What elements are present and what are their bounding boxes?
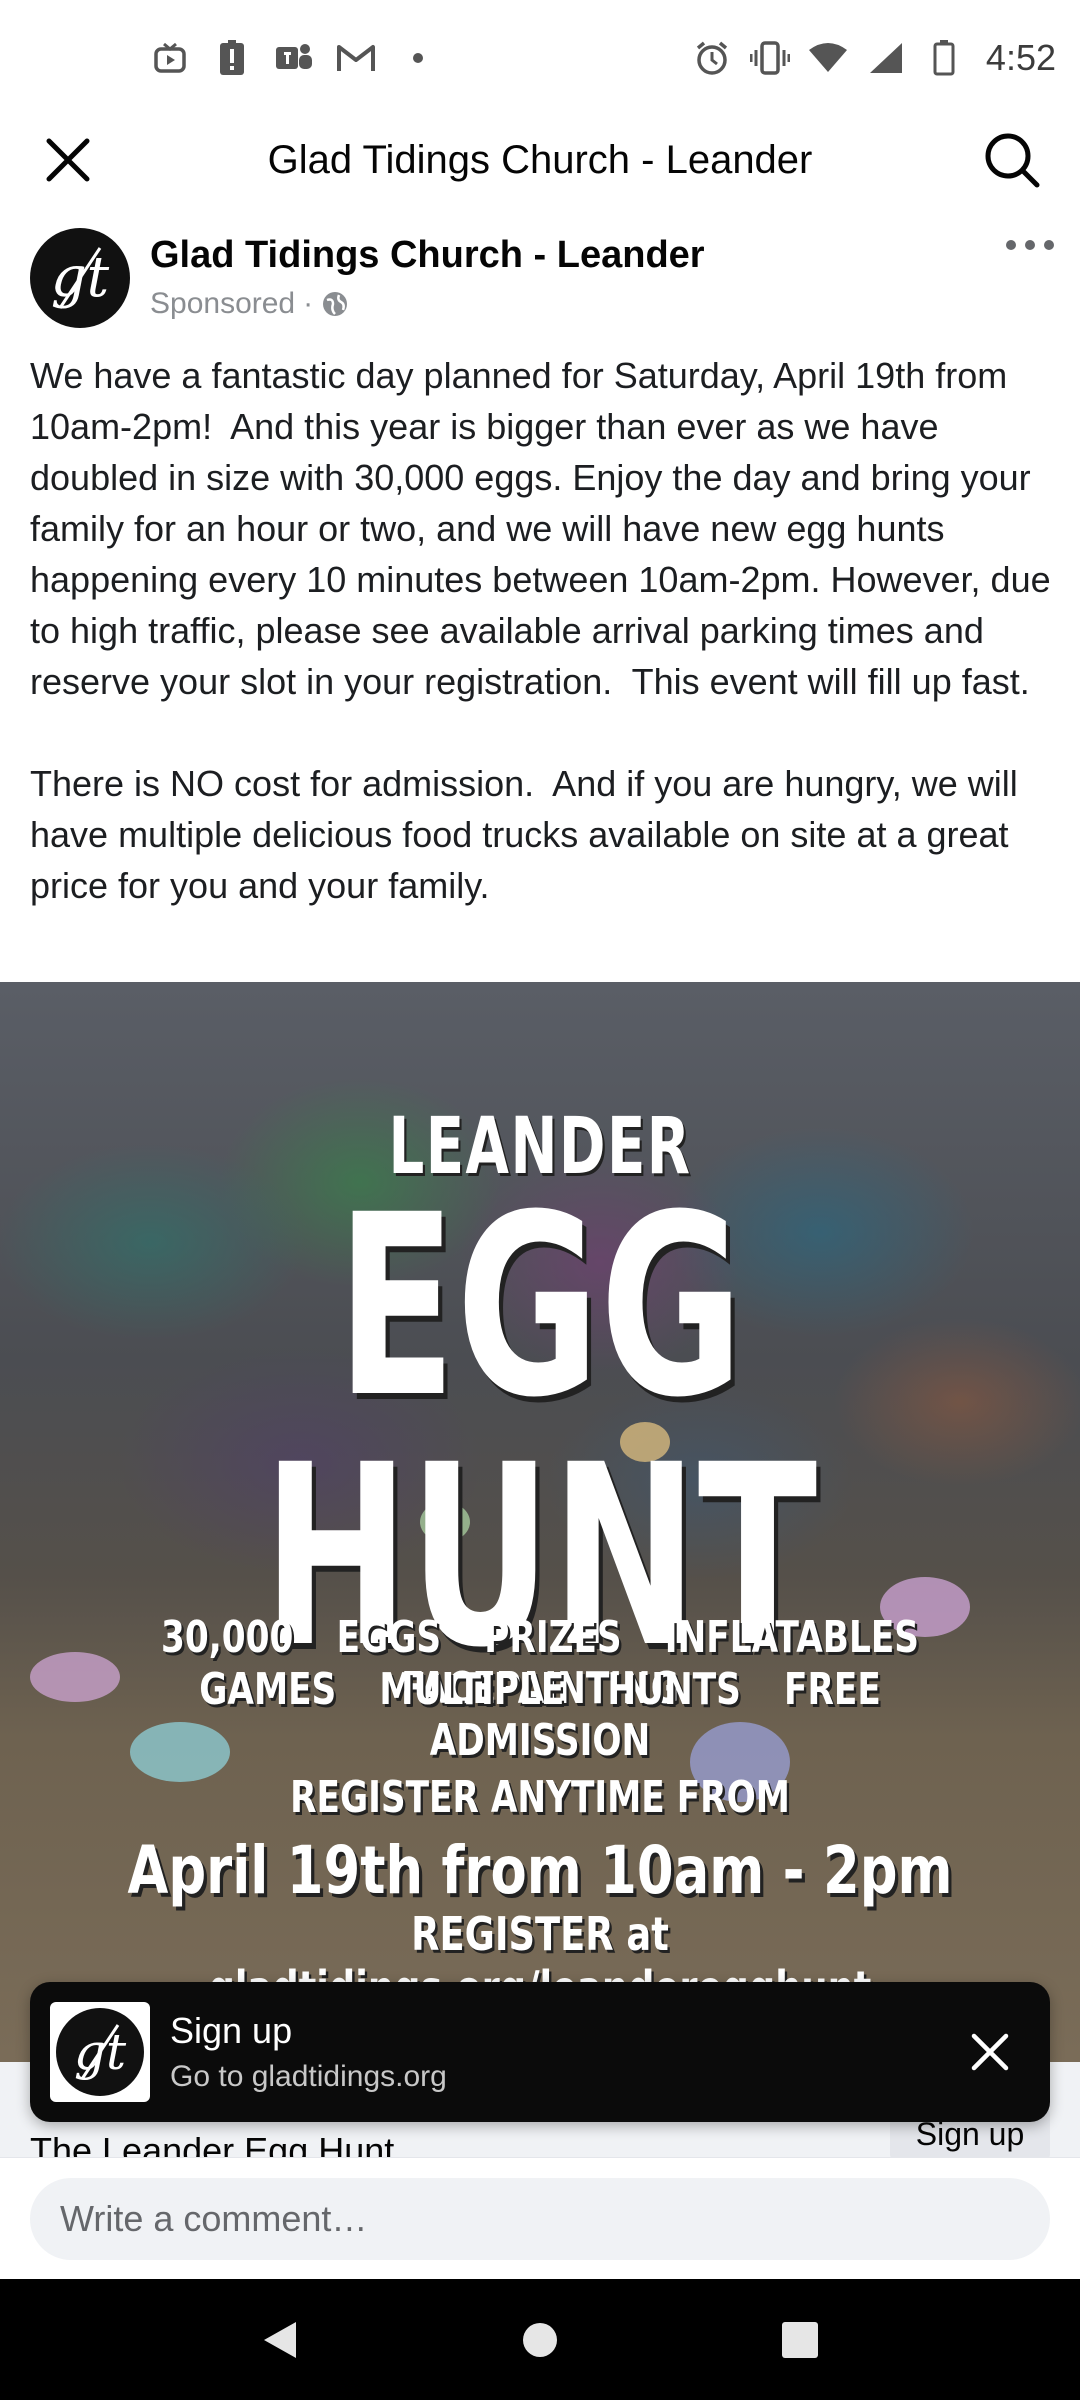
signup-snackbar[interactable]: gt Sign up Go to gladtidings.org	[30, 1982, 1050, 2122]
more-options-button[interactable]	[1000, 225, 1060, 265]
home-button[interactable]	[495, 2295, 585, 2385]
teams-icon	[274, 38, 314, 78]
gt-logo-icon: gt	[56, 2008, 144, 2096]
search-button[interactable]	[972, 120, 1052, 200]
wifi-icon	[808, 38, 848, 78]
recents-square-icon	[782, 2321, 818, 2358]
status-left-icons	[150, 38, 438, 78]
post-author-row: gt Glad Tidings Church - Leander Sponsor…	[30, 225, 1060, 330]
link-title: The Leander Egg Hunt	[30, 2130, 395, 2157]
sponsored-label: Sponsored	[150, 287, 296, 320]
gt-logo-icon: gt	[51, 245, 110, 310]
sponsored-meta: Sponsored ·	[150, 287, 1060, 321]
ad-date: April 19th from 10am - 2pm	[127, 1832, 953, 1909]
ad-headline: EGG HUNT	[262, 1161, 818, 1702]
search-icon	[985, 133, 1040, 188]
back-button[interactable]	[235, 2295, 325, 2385]
more-dots-icon	[1006, 240, 1054, 250]
tv-icon	[150, 38, 190, 78]
meta-separator: ·	[303, 287, 314, 320]
system-nav-bar	[0, 2279, 1080, 2400]
status-time: 4:52	[985, 36, 1056, 78]
close-icon	[971, 2033, 1009, 2071]
ad-features-line2: GAMES MULTIPLE HUNTS FREE ADMISSION	[199, 1664, 881, 1766]
recents-button[interactable]	[755, 2295, 845, 2385]
close-button[interactable]	[28, 120, 108, 200]
egg-decoration	[30, 1652, 120, 1702]
signal-icon	[866, 38, 906, 78]
author-info: Glad Tidings Church - Leander Sponsored …	[150, 234, 1060, 321]
close-icon	[46, 138, 90, 182]
ad-image[interactable]: LEANDER EGG HUNT 30,000 EGGS PRIZES INFL…	[0, 982, 1080, 2062]
back-triangle-icon	[264, 2321, 296, 2358]
author-name[interactable]: Glad Tidings Church - Leander	[150, 234, 1060, 277]
snackbar-avatar: gt	[50, 2002, 150, 2102]
comment-input[interactable]	[30, 2178, 1050, 2260]
ad-register-label: REGISTER ANYTIME FROM	[290, 1772, 790, 1823]
vibrate-icon	[749, 38, 790, 78]
comment-bar	[0, 2157, 1080, 2279]
gmail-icon	[336, 38, 376, 78]
author-avatar[interactable]: gt	[30, 227, 130, 328]
alert-icon	[212, 38, 252, 78]
page-title: Glad Tidings Church - Leander	[267, 137, 813, 182]
snackbar-subtitle: Go to gladtidings.org	[170, 2060, 447, 2093]
dot-icon	[398, 38, 438, 78]
alarm-icon	[692, 38, 732, 78]
globe-icon	[323, 292, 348, 316]
status-right-icons: 4:52	[692, 37, 1056, 79]
snackbar-title: Sign up	[170, 2010, 293, 2051]
top-header: Glad Tidings Church - Leander	[0, 115, 1080, 205]
status-bar: 4:52	[0, 0, 1080, 115]
battery-icon	[924, 38, 964, 78]
snackbar-close-button[interactable]	[950, 2012, 1030, 2092]
snackbar-text[interactable]: Sign up Go to gladtidings.org	[170, 2010, 950, 2094]
home-circle-icon	[523, 2322, 557, 2357]
post-body: We have a fantastic day planned for Satu…	[30, 355, 1051, 906]
